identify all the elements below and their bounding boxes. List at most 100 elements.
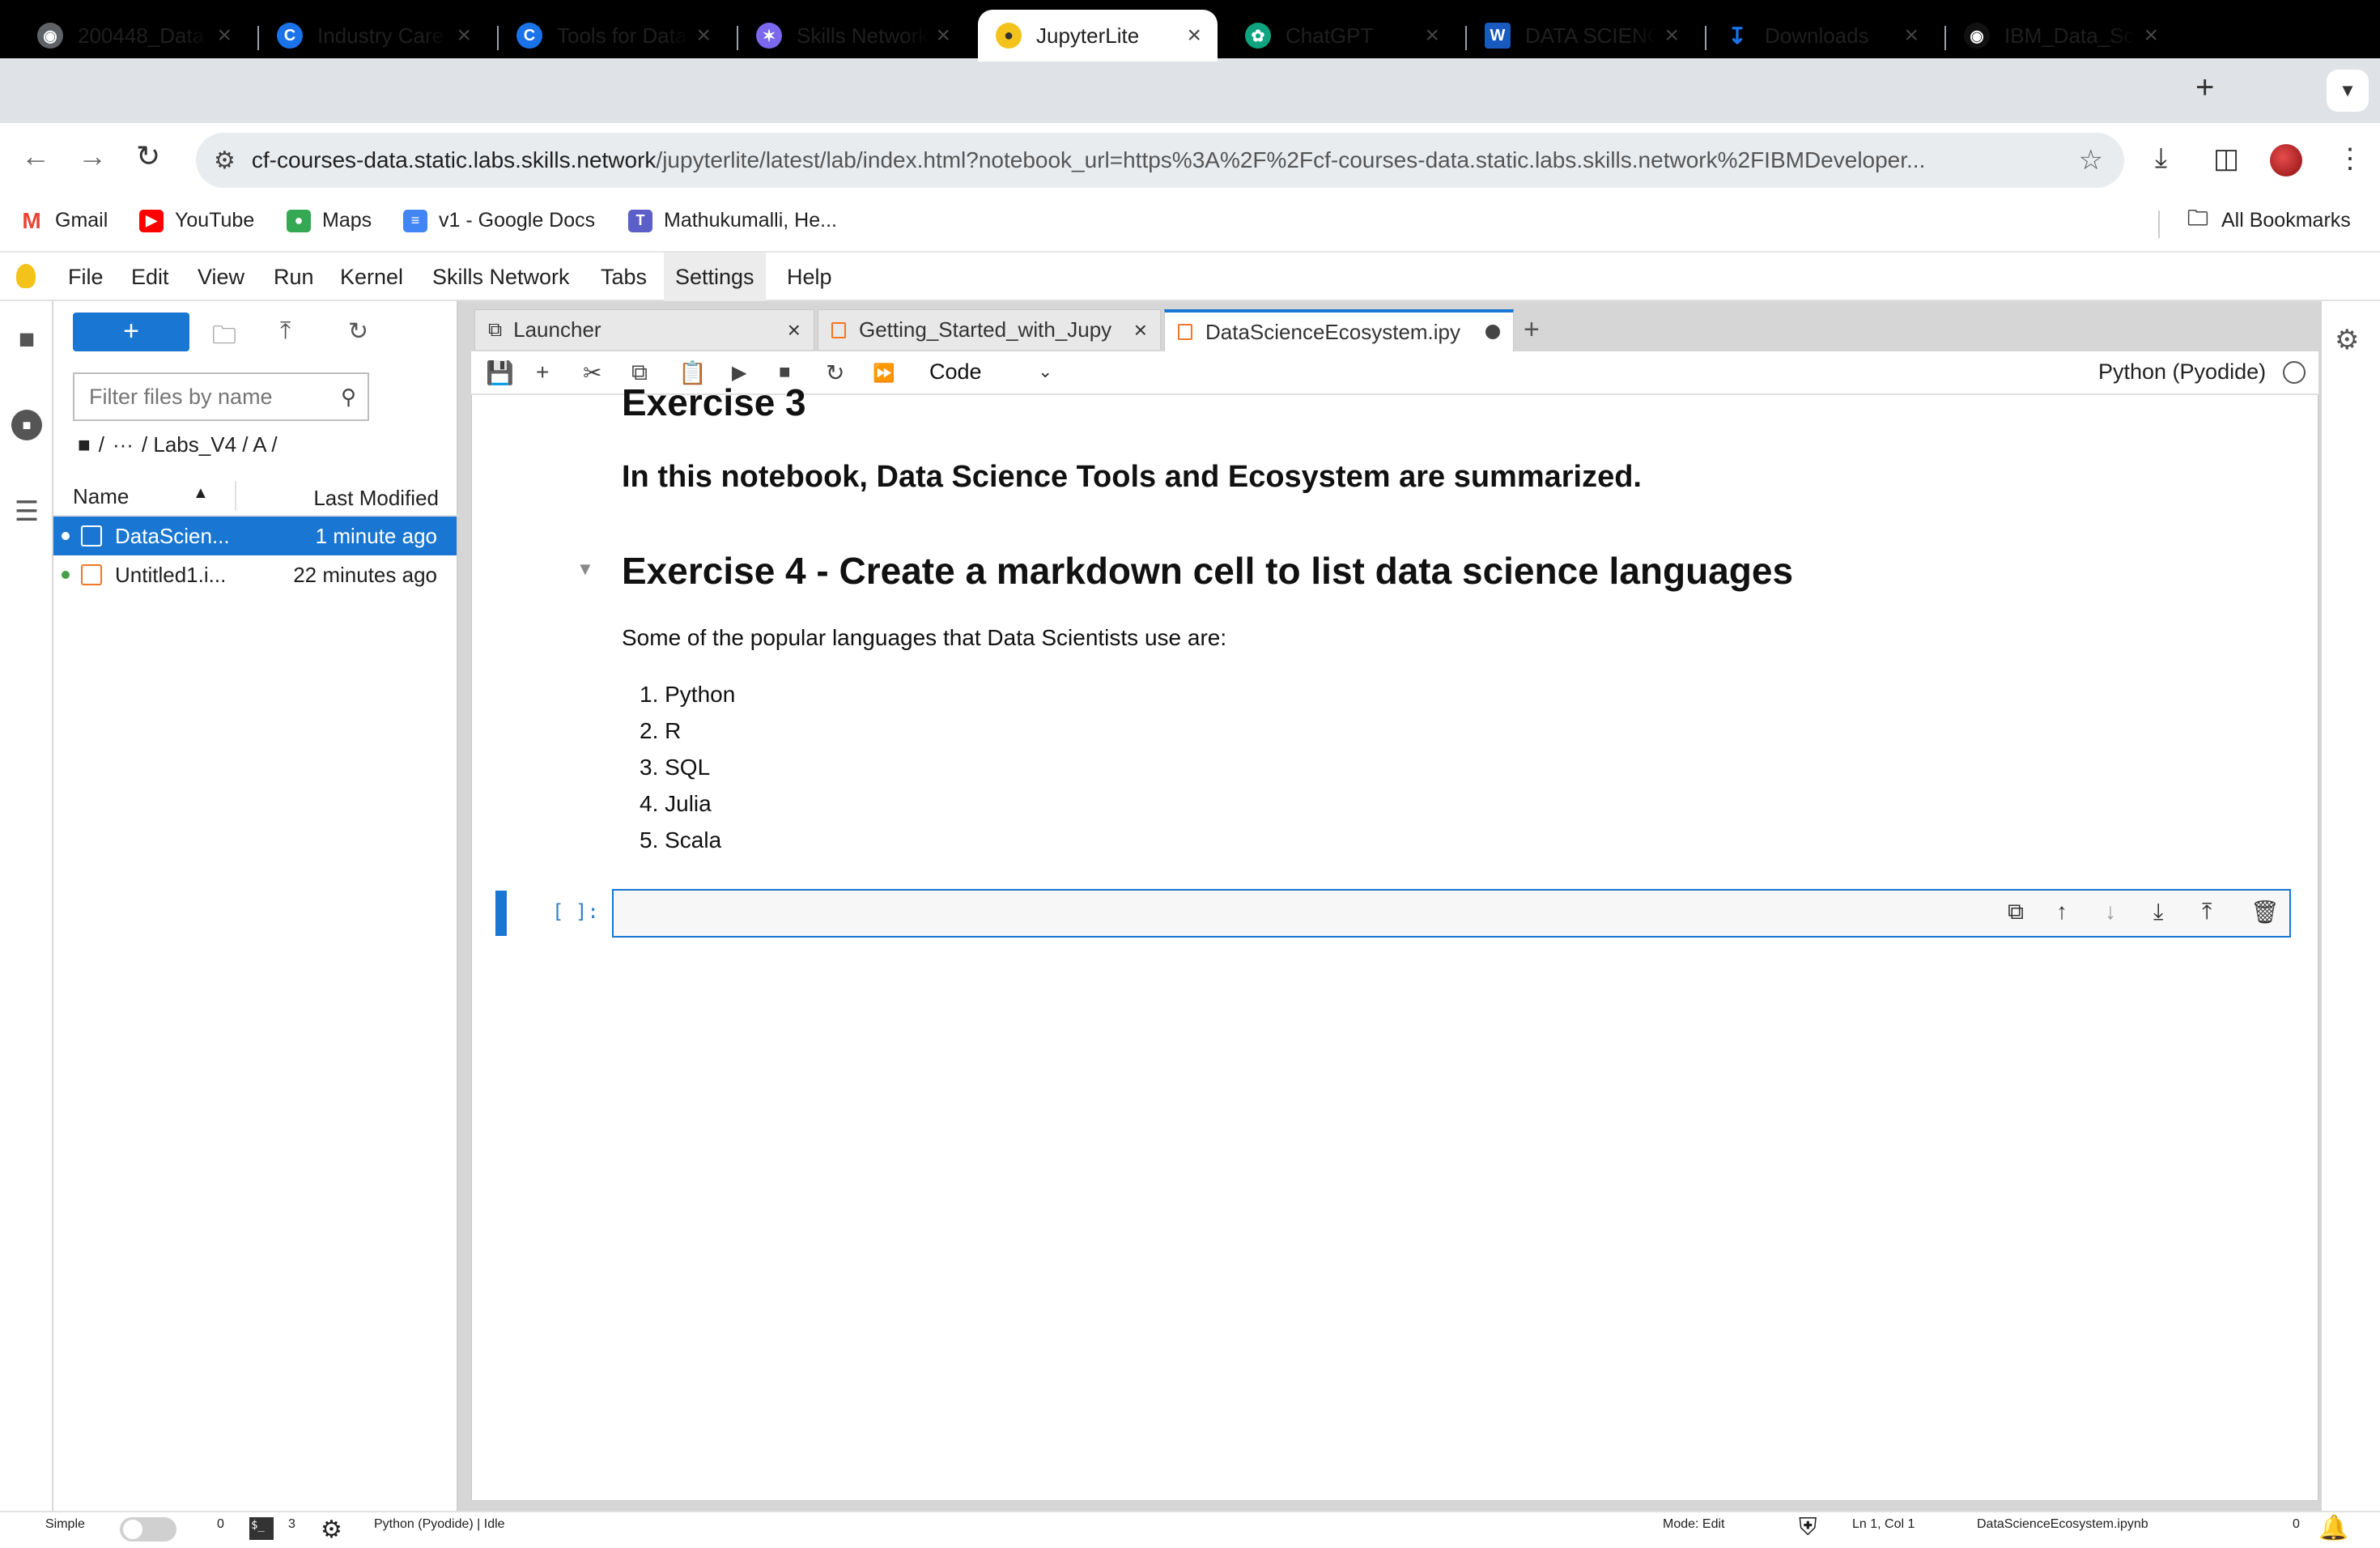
jupyterlite-icon: ● xyxy=(996,23,1022,49)
shield-check-icon[interactable]: ⛨ xyxy=(1799,1514,1817,1542)
menu-file[interactable]: File xyxy=(57,253,115,301)
bookmark-teams[interactable]: T Mathukumalli, He... xyxy=(628,209,837,232)
upload-icon[interactable]: ⤒ xyxy=(280,317,291,345)
browser-tab-5-active[interactable]: ● JupyterLite × xyxy=(978,10,1218,62)
close-icon[interactable]: × xyxy=(1134,317,1147,343)
close-icon[interactable]: × xyxy=(1904,22,1919,49)
insert-above-icon[interactable]: ⤓ xyxy=(2153,899,2163,925)
folder-icon[interactable]: ■ xyxy=(78,432,91,457)
collapse-triangle-icon[interactable]: ▼ xyxy=(576,559,594,580)
menu-tabs[interactable]: Tabs xyxy=(589,253,658,301)
sort-ascending-icon[interactable]: ▲ xyxy=(193,484,209,503)
browser-tab-2[interactable]: C Industry Care × xyxy=(259,10,487,62)
new-folder-icon[interactable]: 🗀 xyxy=(212,317,236,359)
notification-count[interactable]: 0 xyxy=(2293,1517,2300,1532)
menu-view[interactable]: View xyxy=(186,253,256,301)
url-text[interactable]: cf-courses-data.static.labs.skills.netwo… xyxy=(252,147,2058,173)
browser-tab-9[interactable]: ◉ IBM_Data_Sc × xyxy=(1946,10,2174,62)
restart-icon[interactable]: ↻ xyxy=(826,359,844,386)
list-item: 3. SQL xyxy=(640,755,711,780)
new-tab-button[interactable]: + xyxy=(2195,70,2214,106)
menu-help[interactable]: Help xyxy=(776,253,844,301)
menu-settings[interactable]: Settings xyxy=(664,253,766,301)
running-sessions-icon[interactable]: ■ xyxy=(11,410,42,440)
summary-heading: In this notebook, Data Science Tools and… xyxy=(622,460,1642,494)
bell-icon[interactable]: 🔔 xyxy=(2318,1514,2348,1542)
chatgpt-icon: ✿ xyxy=(1245,23,1271,49)
bookmark-star-icon[interactable]: ☆ xyxy=(2079,144,2103,176)
table-of-contents-icon[interactable]: ☰ xyxy=(11,495,42,527)
save-icon[interactable]: 💾 xyxy=(486,359,514,386)
browser-tab-3[interactable]: C Tools for Data × xyxy=(499,10,727,62)
menu-edit[interactable]: Edit xyxy=(120,253,181,301)
unsaved-dot-icon[interactable] xyxy=(1485,325,1500,339)
move-down-icon[interactable]: ↓ xyxy=(2105,899,2116,925)
column-name[interactable]: Name xyxy=(73,484,129,509)
kernel-status[interactable]: Python (Pyodide) | Idle xyxy=(374,1517,505,1532)
property-inspector-gear-icon[interactable]: ⚙ xyxy=(2335,324,2359,356)
close-icon[interactable]: × xyxy=(1425,22,1439,49)
close-icon[interactable]: × xyxy=(936,22,950,49)
close-icon[interactable]: × xyxy=(457,22,471,49)
reload-icon[interactable]: ↻ xyxy=(136,139,160,173)
close-icon[interactable]: × xyxy=(1187,22,1201,49)
tab-search-chevron-icon[interactable]: ▼ xyxy=(2327,70,2369,112)
bookmarks-separator xyxy=(2158,211,2160,238)
close-icon[interactable]: × xyxy=(1664,22,1679,49)
tab-launcher[interactable]: ⧉ Launcher × xyxy=(474,309,814,350)
restart-run-all-icon[interactable]: ⏩ xyxy=(873,363,895,384)
cut-icon[interactable]: ✂ xyxy=(583,359,601,386)
browser-tab-1[interactable]: ◉ 200448_Data × xyxy=(19,10,248,62)
close-icon[interactable]: × xyxy=(696,22,711,49)
insert-below-icon[interactable]: ⤒ xyxy=(2202,899,2212,925)
refresh-icon[interactable]: ↻ xyxy=(348,317,368,346)
bookmark-youtube[interactable]: ▶ YouTube xyxy=(139,209,254,232)
terminal-count[interactable]: 3 xyxy=(288,1517,295,1532)
cpu-chip-icon: ⚙ xyxy=(321,1516,342,1543)
all-bookmarks[interactable]: 🗀 All Bookmarks xyxy=(2186,206,2351,232)
insert-cell-icon[interactable]: + xyxy=(536,359,549,385)
move-up-icon[interactable]: ↑ xyxy=(2056,899,2068,925)
download-icon[interactable]: ⤓ xyxy=(2155,142,2167,174)
new-launcher-button[interactable]: + xyxy=(73,313,189,351)
kernel-name[interactable]: Python (Pyodide) xyxy=(2098,359,2266,385)
chevron-down-icon[interactable]: ⌄ xyxy=(1038,361,1052,382)
browser-tab-6[interactable]: ✿ ChatGPT × xyxy=(1227,10,1456,62)
close-icon[interactable]: × xyxy=(2144,22,2158,49)
kebab-menu-icon[interactable]: ⋮ xyxy=(2336,142,2364,175)
duplicate-cell-icon[interactable]: ⧉ xyxy=(2008,899,2024,925)
profile-avatar[interactable] xyxy=(2270,144,2302,176)
browser-tab-7[interactable]: W DATA SCIENC × xyxy=(1467,10,1695,62)
filter-files-input[interactable]: Filter files by name ⚲ xyxy=(73,372,369,421)
add-tab-icon[interactable]: + xyxy=(1524,314,1540,346)
file-row[interactable]: DataScien... 1 minute ago xyxy=(53,517,457,555)
globe-icon: ◉ xyxy=(37,23,63,49)
bookmark-gmail[interactable]: M Gmail xyxy=(19,208,108,233)
menu-kernel[interactable]: Kernel xyxy=(329,253,414,301)
forward-arrow-icon[interactable]: → xyxy=(78,139,107,173)
menu-run[interactable]: Run xyxy=(262,253,325,301)
delete-cell-icon[interactable]: 🗑 xyxy=(2250,899,2280,925)
browser-tab-8[interactable]: ↧ Downloads × xyxy=(1706,10,1935,62)
simple-mode-toggle[interactable] xyxy=(120,1517,176,1542)
cell-type-select[interactable]: Code xyxy=(929,359,982,385)
side-panel-icon[interactable]: ◫ xyxy=(2213,142,2239,175)
kernel-count[interactable]: 0 xyxy=(217,1517,224,1532)
file-row[interactable]: Untitled1.i... 22 minutes ago xyxy=(53,555,457,594)
browser-tab-4[interactable]: ✶ Skills Network × xyxy=(738,10,967,62)
bookmark-google-docs[interactable]: ≡ v1 - Google Docs xyxy=(403,209,595,232)
code-cell-input[interactable] xyxy=(612,889,2291,938)
close-icon[interactable]: × xyxy=(788,317,801,343)
tab-datascienceecosystem[interactable]: DataScienceEcosystem.ipy xyxy=(1164,309,1514,351)
site-info-icon[interactable]: ⚙ xyxy=(214,147,236,175)
back-arrow-icon[interactable]: ← xyxy=(21,139,50,173)
bookmark-maps[interactable]: ● Maps xyxy=(287,209,372,232)
address-bar[interactable]: ⚙ cf-courses-data.static.labs.skills.net… xyxy=(196,133,2124,188)
column-last-modified[interactable]: Last Modified xyxy=(313,486,439,511)
close-icon[interactable]: × xyxy=(217,22,232,49)
tab-getting-started[interactable]: Getting_Started_with_Jupy × xyxy=(818,309,1161,350)
menu-skills-network[interactable]: Skills Network xyxy=(421,253,581,301)
cursor-position[interactable]: Ln 1, Col 1 xyxy=(1852,1517,1915,1532)
download-icon: ↧ xyxy=(1728,23,1747,49)
folder-icon[interactable]: ■ xyxy=(11,324,42,355)
